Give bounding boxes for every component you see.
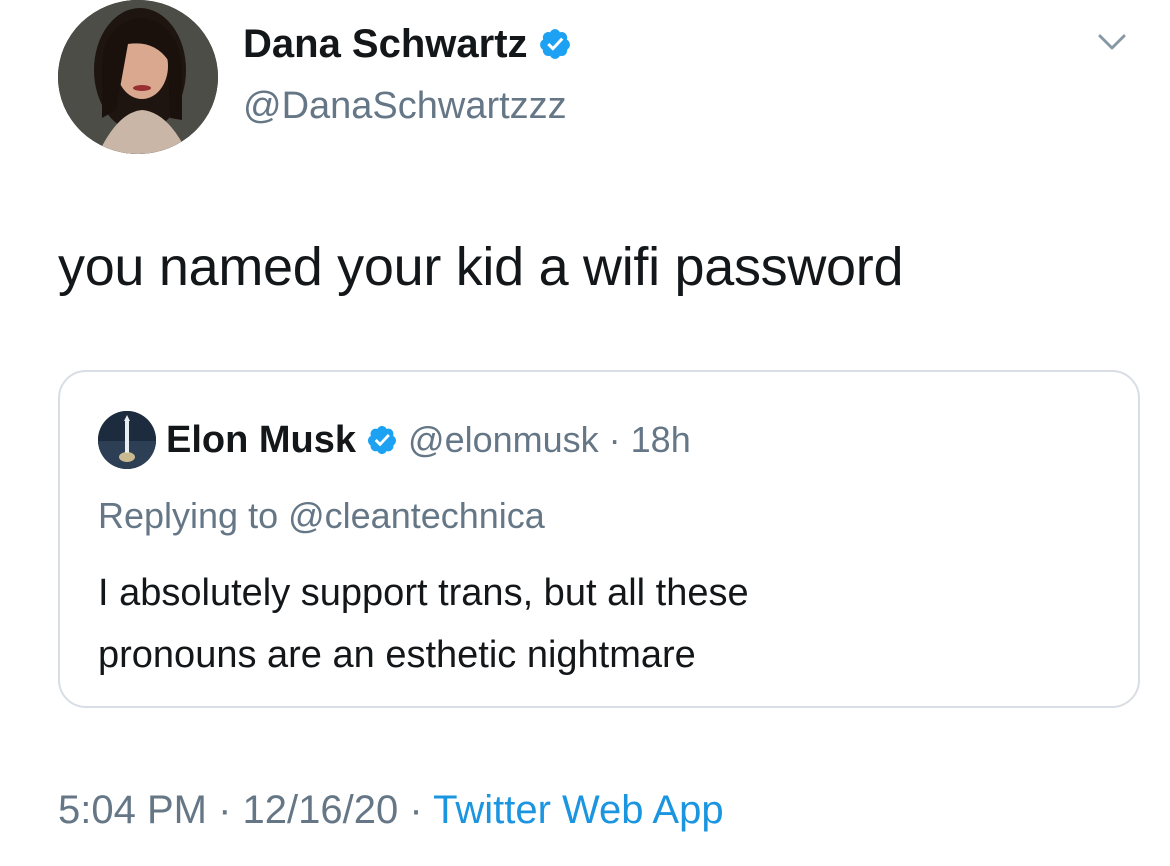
source-app-link[interactable]: Twitter Web App <box>433 788 724 832</box>
quoted-tweet-line-1: I absolutely support trans, but all thes… <box>98 572 749 614</box>
author-photo <box>58 0 218 154</box>
tweet-time[interactable]: 5:04 PM <box>58 788 207 832</box>
chevron-down-icon[interactable] <box>1092 22 1132 62</box>
quoted-author-name[interactable]: Elon Musk <box>166 416 356 464</box>
separator-dot: · <box>608 419 621 460</box>
rocket-launch-photo <box>98 411 156 469</box>
quoted-tweet-time[interactable]: 18h <box>631 416 691 464</box>
verified-badge-icon <box>368 426 397 454</box>
author-name-row[interactable]: Dana Schwartz <box>243 14 572 74</box>
separator-dot: · <box>218 788 232 832</box>
tweet-date[interactable]: 12/16/20 <box>243 788 399 832</box>
quoted-tweet-card[interactable]: Elon Musk @elonmusk · 18h Replying to @c… <box>58 370 1140 708</box>
quoted-tweet-text: I absolutely support trans, but all thes… <box>98 562 1098 686</box>
replying-to[interactable]: Replying to @cleantechnica <box>98 488 545 544</box>
quoted-tweet-line-2: pronouns are an esthetic nightmare <box>98 634 696 676</box>
tweet-footer: 5:04 PM · 12/16/20 · Twitter Web App <box>58 780 724 840</box>
author-avatar[interactable] <box>58 0 218 154</box>
verified-badge-icon <box>539 29 570 59</box>
author-handle[interactable]: @DanaSchwartzzz <box>243 78 567 134</box>
quoted-author-avatar[interactable] <box>98 411 156 469</box>
tweet-text: you named your kid a wifi password <box>58 237 904 297</box>
quoted-tweet-header: Elon Musk @elonmusk · 18h <box>98 411 691 469</box>
author-name[interactable]: Dana Schwartz <box>243 14 528 74</box>
separator-dot: · <box>409 788 423 832</box>
quoted-author-handle[interactable]: @elonmusk <box>408 416 599 464</box>
